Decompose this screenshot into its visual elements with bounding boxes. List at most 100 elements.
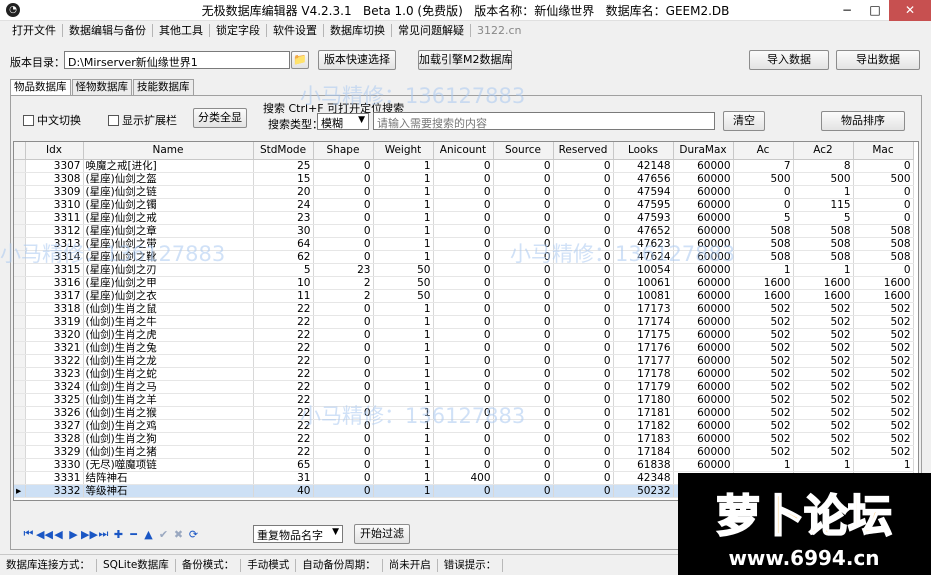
table-cell[interactable]: 0	[433, 211, 494, 225]
table-cell[interactable]: 0	[313, 484, 374, 498]
table-cell[interactable]: 502	[853, 302, 914, 316]
dup-filter-select[interactable]: 重复物品名字 ▼	[253, 525, 343, 543]
table-cell[interactable]: 0	[733, 198, 794, 212]
table-cell[interactable]: (无尽)噬魔项链	[83, 458, 254, 472]
table-cell[interactable]: 60000	[673, 211, 734, 225]
tab-items[interactable]: 物品数据库	[10, 79, 71, 95]
table-cell[interactable]: 502	[853, 341, 914, 355]
table-row[interactable]: 3311 (星座)仙剑之戒 23 0 1 0 0 0 47593 60000 5 5 0	[14, 211, 914, 225]
table-cell[interactable]: 0	[493, 380, 554, 394]
table-cell[interactable]: 3316	[25, 276, 84, 290]
close-icon[interactable]: ✕	[889, 0, 931, 21]
table-row[interactable]: 3317 (星座)仙剑之衣 11 2 50 0 0 0 10081 60000 1600 1600 16…	[14, 289, 914, 303]
search-input[interactable]: 请输入需要搜索的内容	[373, 112, 715, 130]
load-engine-button[interactable]: 加载引擎M2数据库	[418, 50, 513, 70]
table-cell[interactable]: 47623	[613, 237, 674, 251]
table-cell[interactable]: 0	[433, 367, 494, 381]
table-cell[interactable]: 62	[253, 250, 314, 264]
table-cell[interactable]: 0	[433, 484, 494, 498]
table-cell[interactable]: 10081	[613, 289, 674, 303]
table-cell[interactable]: 0	[313, 354, 374, 368]
row-selector[interactable]	[14, 198, 26, 212]
table-cell[interactable]: (星座)仙剑之章	[83, 224, 254, 238]
table-row[interactable]: 3310 (星座)仙剑之镯 24 0 1 0 0 0 47595 60000 0 115 0	[14, 198, 914, 212]
table-cell[interactable]: 17175	[613, 328, 674, 342]
column-header[interactable]: Looks	[613, 142, 674, 160]
table-cell[interactable]: 0	[493, 354, 554, 368]
table-cell[interactable]: 17181	[613, 406, 674, 420]
table-cell[interactable]: 1	[853, 458, 914, 472]
row-selector[interactable]	[14, 393, 26, 407]
table-cell[interactable]: 0	[313, 315, 374, 329]
table-cell[interactable]: 502	[853, 445, 914, 459]
refresh-icon[interactable]: ⟳	[186, 528, 201, 541]
table-cell[interactable]: 1	[373, 224, 434, 238]
row-selector[interactable]	[14, 276, 26, 290]
menu-open-file[interactable]: 打开文件	[6, 24, 63, 37]
table-cell[interactable]: 60000	[673, 276, 734, 290]
table-row[interactable]: 3324 (仙剑)生肖之马 22 0 1 0 0 0 17179 60000 502 502 502	[14, 380, 914, 394]
table-cell[interactable]: 42348	[613, 471, 674, 485]
table-cell[interactable]: 20	[253, 185, 314, 199]
table-cell[interactable]: 0	[493, 276, 554, 290]
table-cell[interactable]: 23	[313, 263, 374, 277]
table-cell[interactable]: 0	[313, 172, 374, 186]
menu-settings[interactable]: 软件设置	[267, 24, 324, 37]
column-header[interactable]: Shape	[313, 142, 374, 160]
table-cell[interactable]: 31	[253, 471, 314, 485]
table-cell[interactable]: 0	[433, 185, 494, 199]
table-cell[interactable]: 508	[733, 224, 794, 238]
table-cell[interactable]: (仙剑)生肖之龙	[83, 354, 254, 368]
table-cell[interactable]: 64	[253, 237, 314, 251]
table-cell[interactable]: 502	[733, 367, 794, 381]
table-cell[interactable]: 0	[313, 341, 374, 355]
table-cell[interactable]: 500	[733, 172, 794, 186]
table-cell[interactable]: 0	[313, 380, 374, 394]
table-cell[interactable]: 3326	[25, 406, 84, 420]
version-dir-input[interactable]: D:\Mirserver新仙缘世界1	[64, 51, 290, 69]
table-cell[interactable]: 0	[553, 211, 614, 225]
row-selector[interactable]	[14, 315, 26, 329]
table-cell[interactable]: 3315	[25, 263, 84, 277]
table-cell[interactable]: 502	[733, 341, 794, 355]
table-cell[interactable]: 1	[373, 419, 434, 433]
table-cell[interactable]: 508	[853, 224, 914, 238]
table-cell[interactable]: 17176	[613, 341, 674, 355]
table-cell[interactable]: 60000	[673, 445, 734, 459]
table-cell[interactable]: 3323	[25, 367, 84, 381]
table-cell[interactable]: 47624	[613, 250, 674, 264]
table-cell[interactable]: 0	[493, 172, 554, 186]
delete-record-icon[interactable]: ━	[126, 528, 141, 541]
table-cell[interactable]: (仙剑)生肖之马	[83, 380, 254, 394]
table-cell[interactable]: 3322	[25, 354, 84, 368]
menu-site-link[interactable]: 3122.cn	[471, 24, 528, 37]
prior-page-icon[interactable]: ◀◀	[36, 528, 53, 541]
table-cell[interactable]: 508	[853, 237, 914, 251]
table-cell[interactable]: 3324	[25, 380, 84, 394]
table-cell[interactable]: 3331	[25, 471, 84, 485]
column-header[interactable]: StdMode	[253, 142, 314, 160]
table-cell[interactable]: 0	[433, 432, 494, 446]
table-cell[interactable]: 60000	[673, 406, 734, 420]
table-cell[interactable]: 60000	[673, 263, 734, 277]
table-cell[interactable]: (星座)仙剑之链	[83, 185, 254, 199]
table-cell[interactable]: 502	[733, 406, 794, 420]
table-cell[interactable]: 1600	[733, 276, 794, 290]
table-cell[interactable]: 50232	[613, 484, 674, 498]
table-cell[interactable]: 502	[793, 393, 854, 407]
table-cell[interactable]: 502	[853, 380, 914, 394]
table-row[interactable]: 3313 (星座)仙剑之带 64 0 1 0 0 0 47623 60000 508 508 508	[14, 237, 914, 251]
table-cell[interactable]: 0	[313, 302, 374, 316]
table-cell[interactable]: 3314	[25, 250, 84, 264]
table-cell[interactable]: 502	[733, 380, 794, 394]
table-cell[interactable]: 0	[433, 159, 494, 173]
table-cell[interactable]: 0	[553, 198, 614, 212]
table-cell[interactable]: 0	[553, 159, 614, 173]
table-cell[interactable]: 1600	[793, 276, 854, 290]
table-cell[interactable]: 1	[733, 263, 794, 277]
column-header[interactable]: Weight	[373, 142, 434, 160]
table-cell[interactable]: (星座)仙剑之靴	[83, 250, 254, 264]
table-cell[interactable]: 1	[373, 458, 434, 472]
table-cell[interactable]: 502	[853, 419, 914, 433]
table-cell[interactable]: 22	[253, 315, 314, 329]
